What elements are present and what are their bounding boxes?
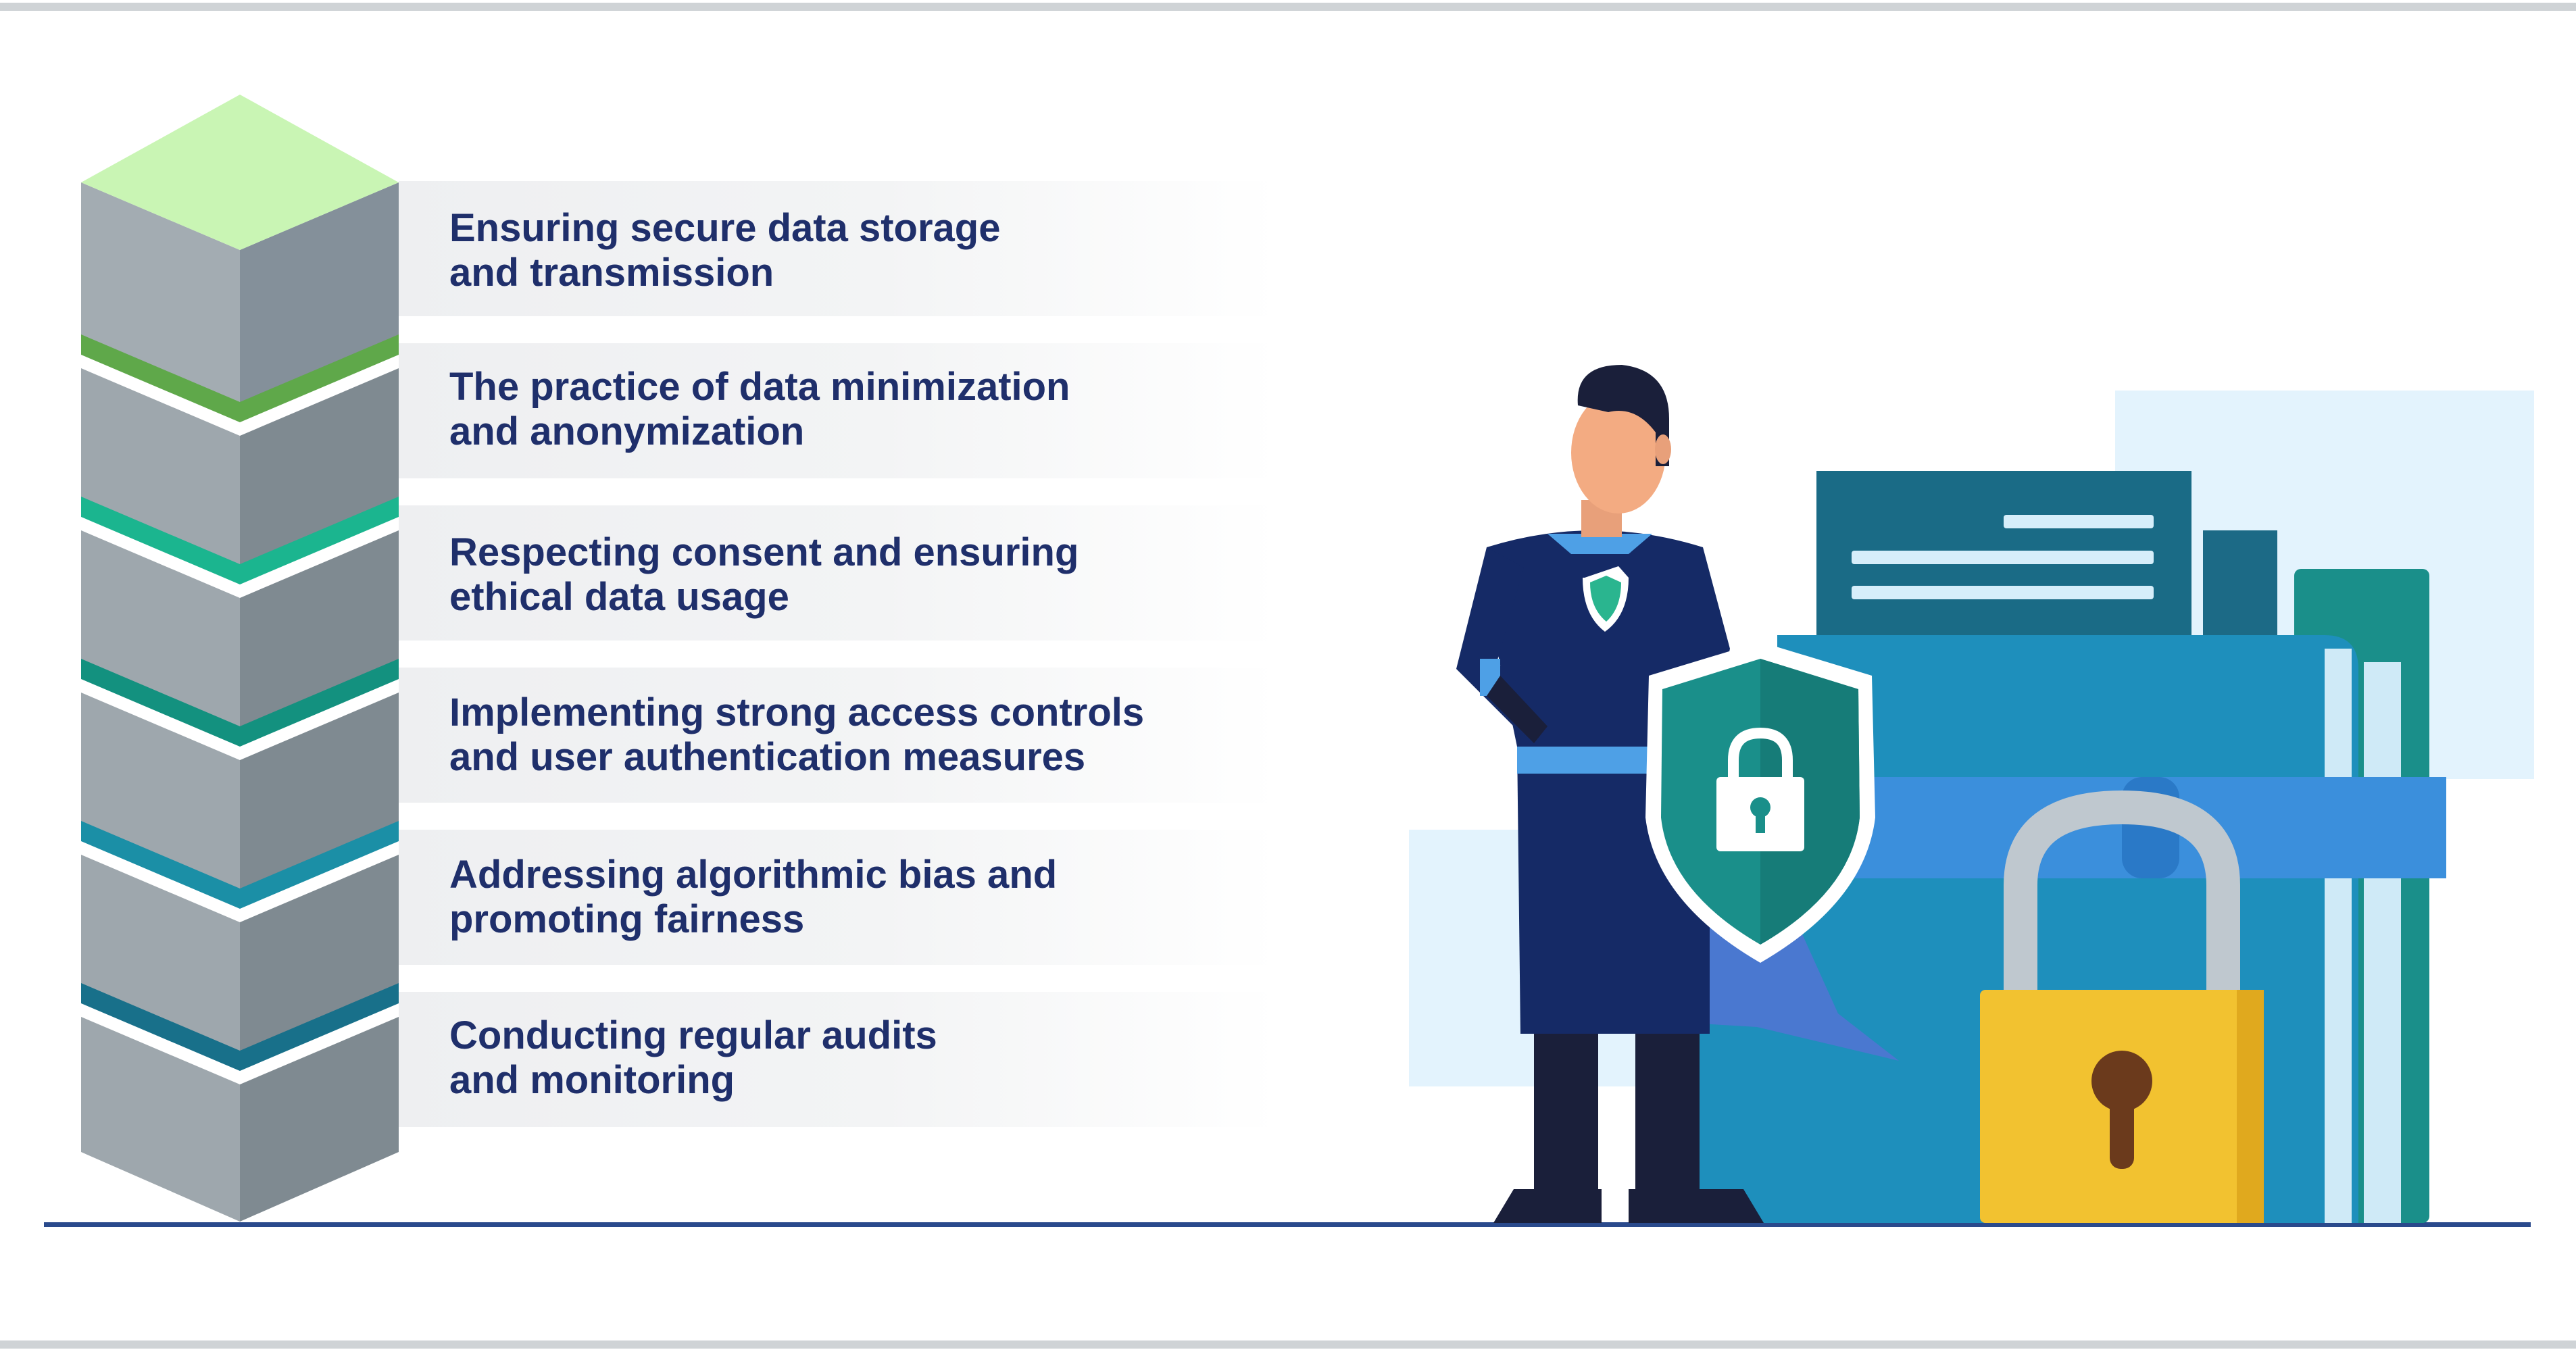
infographic: Ensuring secure data storage and transmi… [0, 0, 2576, 1354]
security-illustration [1409, 365, 2534, 1223]
